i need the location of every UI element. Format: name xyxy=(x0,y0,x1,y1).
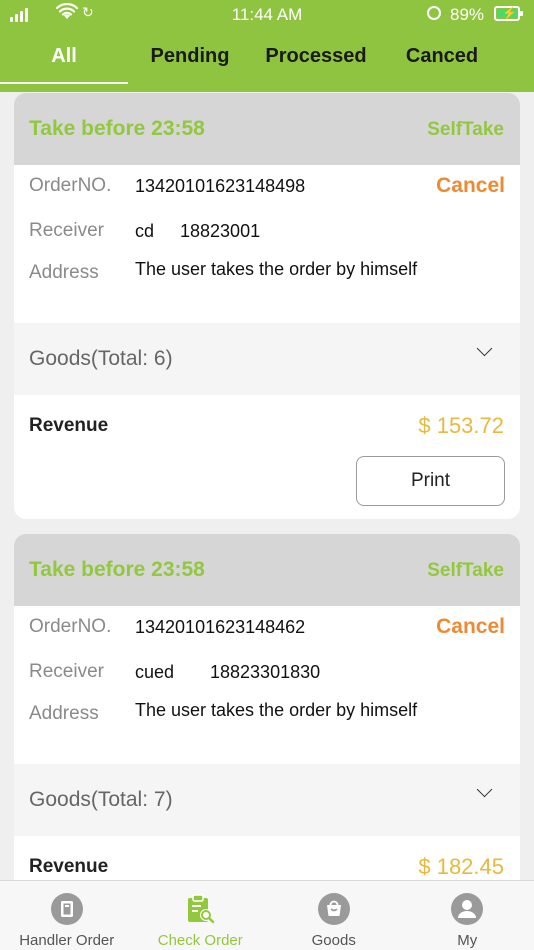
revenue-amount: $ 182.45 xyxy=(418,854,504,879)
revenue-amount: $ 153.72 xyxy=(418,413,504,438)
delivery-type: SelfTake xyxy=(427,560,504,581)
order-number-label: OrderNO. xyxy=(29,175,112,196)
cancel-button[interactable]: Cancel xyxy=(436,615,505,639)
check-order-icon xyxy=(188,894,215,924)
goods-total-label: Goods(Total: 7) xyxy=(29,788,173,811)
delivery-type: SelfTake xyxy=(427,119,504,140)
nav-label: Check Order xyxy=(157,932,243,949)
receiver-phone: 18823001 xyxy=(180,221,261,241)
user-icon xyxy=(451,893,484,925)
order-number-label: OrderNO. xyxy=(29,616,112,637)
bottom-navigation: Handler Order Check Order Goods My xyxy=(0,880,534,950)
receiver-label: Receiver xyxy=(29,220,104,241)
chevron-down-icon xyxy=(476,781,493,798)
battery-percent: 89% xyxy=(450,5,485,24)
cancel-button[interactable]: Cancel xyxy=(436,174,505,198)
nav-handler-order[interactable]: Handler Order xyxy=(0,881,134,950)
order-number-value: 13420101623148498 xyxy=(135,176,306,196)
order-list[interactable]: Take before 23:58 SelfTake OrderNO. 1342… xyxy=(0,92,534,880)
goods-icon xyxy=(317,893,350,925)
tab-canceled[interactable]: Canced xyxy=(380,36,504,86)
tab-processed[interactable]: Processed xyxy=(252,36,380,86)
nav-label: Handler Order xyxy=(19,932,115,949)
receiver-phone: 18823301830 xyxy=(210,662,321,682)
battery-icon: ⚡ xyxy=(494,6,523,21)
order-card-header: Take before 23:58 SelfTake xyxy=(14,534,520,606)
order-card: Take before 23:58 SelfTake OrderNO. 1342… xyxy=(14,534,520,880)
receiver-name: cued xyxy=(135,662,175,682)
nav-label: Goods xyxy=(311,932,356,949)
pickup-deadline: Take before 23:58 xyxy=(29,117,205,140)
nav-label: My xyxy=(457,932,478,949)
address-label: Address xyxy=(29,703,99,724)
nav-goods[interactable]: Goods xyxy=(267,881,401,950)
revenue-section: Revenue $ 153.72 Print xyxy=(14,395,520,519)
handler-order-icon xyxy=(50,893,83,925)
print-button[interactable]: Print xyxy=(356,456,505,506)
revenue-label: Revenue xyxy=(29,415,109,436)
order-status-tabs: All Pending Processed Canced xyxy=(0,36,534,86)
revenue-section: Revenue $ 182.45 xyxy=(14,836,520,880)
goods-expander[interactable]: Goods(Total: 6) xyxy=(14,323,520,395)
goods-expander[interactable]: Goods(Total: 7) xyxy=(14,764,520,836)
address-value: The user takes the order by himself xyxy=(135,259,418,279)
goods-total-label: Goods(Total: 6) xyxy=(29,347,173,370)
order-card: Take before 23:58 SelfTake OrderNO. 1342… xyxy=(14,93,520,519)
receiver-name: cd xyxy=(135,221,155,241)
tab-pending[interactable]: Pending xyxy=(128,36,252,86)
app-header: ↻ 11:44 AM 89% ⚡ All Pending Processed C… xyxy=(0,0,534,92)
address-value: The user takes the order by himself xyxy=(135,700,418,720)
nav-my[interactable]: My xyxy=(401,881,534,950)
revenue-label: Revenue xyxy=(29,856,109,877)
orientation-lock-icon xyxy=(427,6,441,20)
order-card-header: Take before 23:58 SelfTake xyxy=(14,93,520,165)
order-info: OrderNO. 13420101623148498 Cancel Receiv… xyxy=(14,165,520,323)
tab-all[interactable]: All xyxy=(0,36,128,86)
address-label: Address xyxy=(29,262,99,283)
order-info: OrderNO. 13420101623148462 Cancel Receiv… xyxy=(14,606,520,764)
pickup-deadline: Take before 23:58 xyxy=(29,558,205,581)
nav-check-order[interactable]: Check Order xyxy=(134,881,268,950)
status-bar: ↻ 11:44 AM 89% ⚡ xyxy=(0,0,534,30)
chevron-down-icon xyxy=(476,340,493,357)
order-number-value: 13420101623148462 xyxy=(135,617,306,637)
receiver-label: Receiver xyxy=(29,661,104,682)
